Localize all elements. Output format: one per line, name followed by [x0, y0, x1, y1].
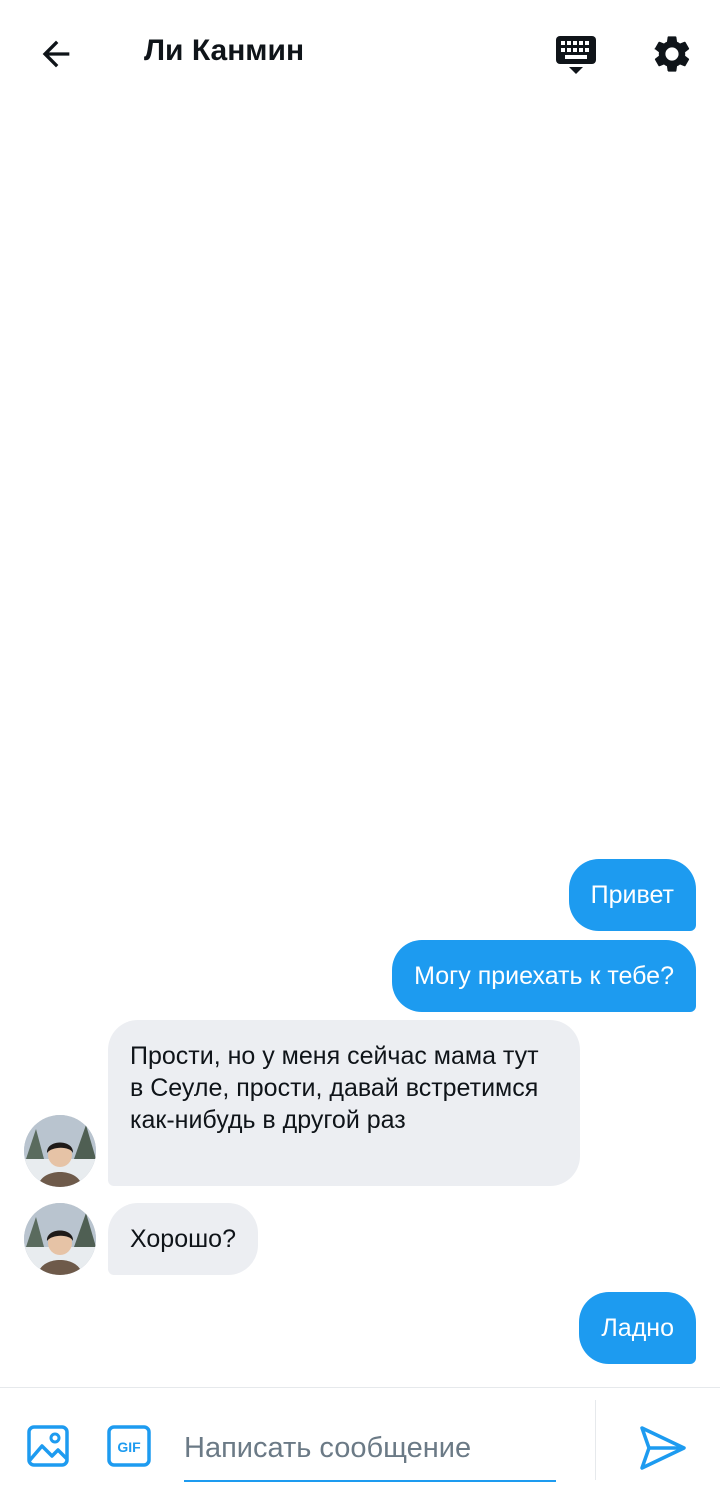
message-composer: GIF [0, 1387, 720, 1506]
svg-text:GIF: GIF [117, 1439, 141, 1455]
back-button[interactable] [24, 22, 88, 86]
arrow-left-icon [42, 40, 70, 68]
message-bubble-incoming[interactable]: Хорошо? [108, 1203, 258, 1275]
keyboard-icon [556, 36, 596, 74]
gear-icon [654, 36, 690, 72]
composer-divider [595, 1400, 596, 1480]
send-icon [640, 1426, 686, 1470]
message-input[interactable] [184, 1416, 556, 1482]
avatar[interactable] [24, 1203, 96, 1275]
settings-button[interactable] [644, 26, 700, 82]
image-icon [27, 1425, 69, 1467]
message-bubble-outgoing[interactable]: Могу приехать к тебе? [392, 940, 696, 1012]
message-bubble-outgoing[interactable]: Привет [568, 859, 696, 931]
gif-icon: GIF [107, 1425, 151, 1467]
conversation-header: Ли Канмин [0, 0, 720, 106]
add-media-button[interactable] [26, 1424, 70, 1468]
send-button[interactable] [636, 1422, 688, 1474]
conversation-title: Ли Канмин [144, 34, 305, 67]
message-bubble-outgoing[interactable]: Ладно [579, 1292, 696, 1364]
add-gif-button[interactable]: GIF [106, 1424, 152, 1468]
message-bubble-incoming[interactable]: Прости, но у меня сейчас мама тут в Сеул… [108, 1020, 580, 1186]
keyboard-shortcuts-button[interactable] [548, 26, 604, 82]
dm-conversation-screen: Ли Канмин Привет Могу приехать к тебе? П… [0, 0, 720, 1506]
avatar[interactable] [24, 1115, 96, 1187]
